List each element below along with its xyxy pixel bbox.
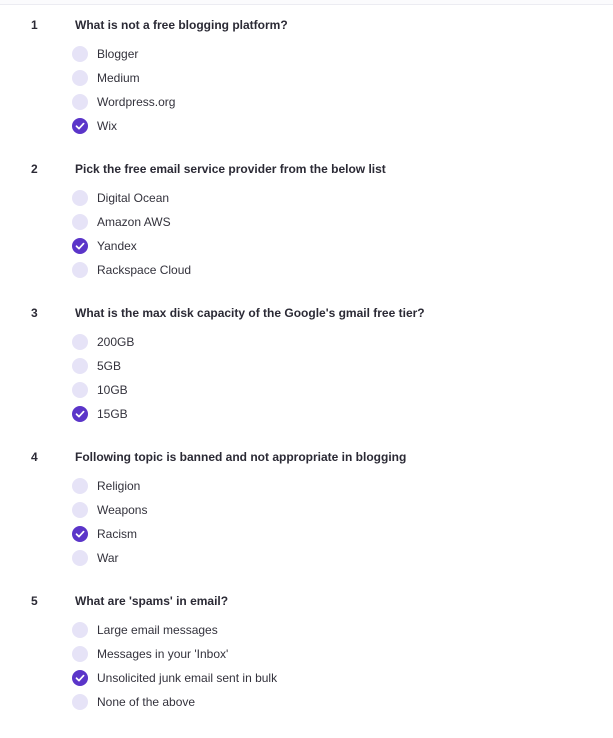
option-15gb[interactable]: 15GB <box>72 405 472 423</box>
option-label: 200GB <box>97 335 135 349</box>
option-label: Large email messages <box>97 623 218 637</box>
option-label: Rackspace Cloud <box>97 263 192 277</box>
question-number: 1 <box>31 18 38 32</box>
option-5gb[interactable]: 5GB <box>72 357 472 375</box>
option-label: 5GB <box>97 359 122 373</box>
radio-button-checked[interactable] <box>72 670 88 686</box>
question-number: 2 <box>31 162 38 176</box>
checkmark-icon <box>75 410 85 418</box>
radio-button[interactable] <box>72 550 88 566</box>
question-text: What is not a free blogging platform? <box>75 18 288 32</box>
option-amazon-aws[interactable]: Amazon AWS <box>72 213 472 231</box>
question-number: 5 <box>31 594 38 608</box>
question-text: Following topic is banned and not approp… <box>75 450 407 464</box>
option-label: None of the above <box>97 695 196 709</box>
radio-button[interactable] <box>72 478 88 494</box>
option-rackspace-cloud[interactable]: Rackspace Cloud <box>72 261 472 279</box>
question-text: Pick the free email service provider fro… <box>75 162 386 176</box>
checkmark-icon <box>75 242 85 250</box>
radio-button[interactable] <box>72 694 88 710</box>
radio-button[interactable] <box>72 70 88 86</box>
radio-button[interactable] <box>72 358 88 374</box>
option-unsolicited-junk-email[interactable]: Unsolicited junk email sent in bulk <box>72 669 472 687</box>
option-200gb[interactable]: 200GB <box>72 333 472 351</box>
radio-button[interactable] <box>72 622 88 638</box>
radio-button[interactable] <box>72 382 88 398</box>
radio-button-checked[interactable] <box>72 238 88 254</box>
question-2: 2 Pick the free email service provider f… <box>0 162 613 306</box>
top-divider <box>0 0 613 5</box>
option-label: War <box>97 551 119 565</box>
option-label: Blogger <box>97 47 139 61</box>
option-none-of-the-above[interactable]: None of the above <box>72 693 472 711</box>
option-label: Messages in your 'Inbox' <box>97 647 229 661</box>
option-label: 10GB <box>97 383 128 397</box>
option-war[interactable]: War <box>72 549 472 567</box>
checkmark-icon <box>75 674 85 682</box>
radio-button-checked[interactable] <box>72 118 88 134</box>
option-wordpress-org[interactable]: Wordpress.org <box>72 93 472 111</box>
radio-button[interactable] <box>72 502 88 518</box>
option-label: Wix <box>97 119 117 133</box>
radio-button[interactable] <box>72 46 88 62</box>
option-messages-in-inbox[interactable]: Messages in your 'Inbox' <box>72 645 472 663</box>
question-1: 1 What is not a free blogging platform? … <box>0 18 613 162</box>
question-number: 3 <box>31 306 38 320</box>
question-number: 4 <box>31 450 38 464</box>
radio-button[interactable] <box>72 190 88 206</box>
option-religion[interactable]: Religion <box>72 477 472 495</box>
radio-button[interactable] <box>72 334 88 350</box>
radio-button[interactable] <box>72 94 88 110</box>
option-medium[interactable]: Medium <box>72 69 472 87</box>
option-weapons[interactable]: Weapons <box>72 501 472 519</box>
option-label: Religion <box>97 479 141 493</box>
option-racism[interactable]: Racism <box>72 525 472 543</box>
checkmark-icon <box>75 530 85 538</box>
option-label: Medium <box>97 71 140 85</box>
checkmark-icon <box>75 122 85 130</box>
question-text: What is the max disk capacity of the Goo… <box>75 306 425 320</box>
option-label: Yandex <box>97 239 137 253</box>
option-wix[interactable]: Wix <box>72 117 472 135</box>
option-blogger[interactable]: Blogger <box>72 45 472 63</box>
radio-button-checked[interactable] <box>72 526 88 542</box>
option-label: 15GB <box>97 407 128 421</box>
radio-button[interactable] <box>72 646 88 662</box>
option-label: Digital Ocean <box>97 191 170 205</box>
radio-button-checked[interactable] <box>72 406 88 422</box>
option-large-email-messages[interactable]: Large email messages <box>72 621 472 639</box>
option-10gb[interactable]: 10GB <box>72 381 472 399</box>
radio-button[interactable] <box>72 214 88 230</box>
option-label: Weapons <box>97 503 148 517</box>
radio-button[interactable] <box>72 262 88 278</box>
option-yandex[interactable]: Yandex <box>72 237 472 255</box>
option-label: Racism <box>97 527 138 541</box>
option-label: Unsolicited junk email sent in bulk <box>97 671 278 685</box>
question-4: 4 Following topic is banned and not appr… <box>0 450 613 594</box>
option-label: Amazon AWS <box>97 215 171 229</box>
question-text: What are 'spams' in email? <box>75 594 229 608</box>
question-5: 5 What are 'spams' in email? Large email… <box>0 594 613 738</box>
option-digital-ocean[interactable]: Digital Ocean <box>72 189 472 207</box>
question-3: 3 What is the max disk capacity of the G… <box>0 306 613 450</box>
option-label: Wordpress.org <box>97 95 176 109</box>
